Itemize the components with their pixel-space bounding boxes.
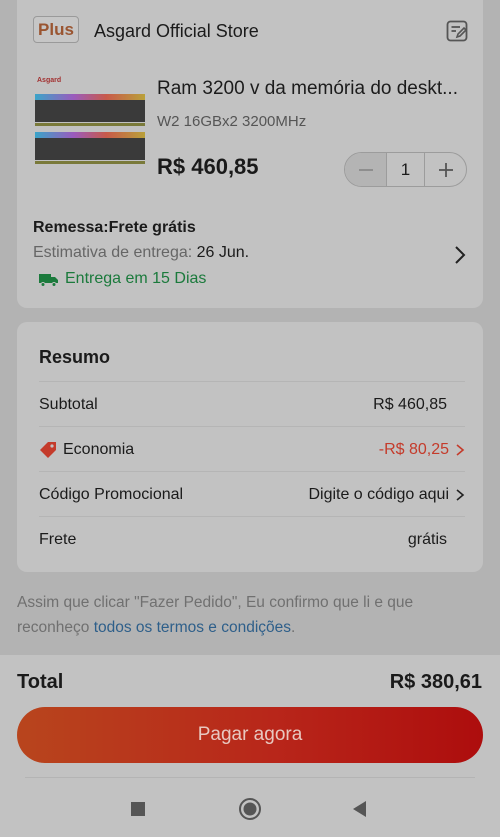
store-card: Plus Asgard Official Store Asgard Ram 32… [17,0,483,308]
delivery-eta: Entrega em 15 Dias [39,270,206,288]
terms-link[interactable]: todos os termos e condições [94,619,291,636]
shipping-estimate-label: Estimativa de entrega: [33,244,197,261]
promo-code-row[interactable]: Código Promocional Digite o código aqui [39,471,465,517]
decrease-quantity-button[interactable] [345,153,386,186]
quantity-value[interactable]: 1 [386,153,425,186]
subtotal-value: R$ 460,85 [373,395,447,413]
edit-note-icon[interactable] [445,19,469,43]
quantity-stepper: 1 [344,152,467,187]
price-tag-icon [40,441,56,458]
savings-value: -R$ 80,25 [378,440,449,458]
terms-end: . [291,619,296,636]
chevron-right-icon [456,488,465,501]
shipping-fee-label: Frete [39,530,77,548]
promo-code-input[interactable]: Digite o código aqui [308,486,449,504]
truck-icon [39,273,58,287]
nav-back-icon[interactable] [348,797,372,821]
nav-divider [25,777,475,778]
total-label: Total [17,671,64,693]
checkout-bar: Total R$ 380,61 Pagar agora [0,655,500,837]
minus-icon [358,168,373,171]
product-price: R$ 460,85 [157,154,259,179]
pay-now-button[interactable]: Pagar agora [17,707,483,763]
chevron-right-icon [456,443,465,456]
product-variant: W2 16GBx2 3200MHz [157,113,307,130]
total-value: R$ 380,61 [389,671,482,693]
plus-icon [438,162,453,177]
shipping-fee-row: Frete grátis [39,516,465,562]
summary-title: Resumo [39,347,111,367]
product-image[interactable]: Asgard [33,70,148,175]
summary-card: Resumo Subtotal R$ 460,85 Economia -R$ 8… [17,322,483,572]
chevron-right-icon[interactable] [453,244,467,266]
product-title[interactable]: Ram 3200 v da memória do deskt... [157,78,458,100]
nav-home-icon[interactable] [238,797,262,821]
plus-badge: Plus [33,16,79,43]
nav-recents-icon[interactable] [126,797,150,821]
shipping-title: Remessa:Frete grátis [33,219,196,236]
subtotal-row: Subtotal R$ 460,85 [39,381,465,427]
subtotal-label: Subtotal [39,395,98,413]
shipping-fee-value: grátis [407,530,447,548]
terms-notice: Assim que clicar "Fazer Pedido", Eu conf… [17,590,467,640]
product-image-brand: Asgard [37,77,61,84]
savings-row[interactable]: Economia -R$ 80,25 [39,426,465,472]
shipping-estimate-date: 26 Jun. [196,244,250,261]
shipping-estimate: Estimativa de entrega: 26 Jun. [33,244,249,262]
promo-code-label: Código Promocional [39,485,184,503]
increase-quantity-button[interactable] [425,153,466,186]
store-name[interactable]: Asgard Official Store [94,21,259,42]
delivery-eta-label: Entrega em 15 Dias [65,270,207,287]
savings-label: Economia [63,440,135,458]
